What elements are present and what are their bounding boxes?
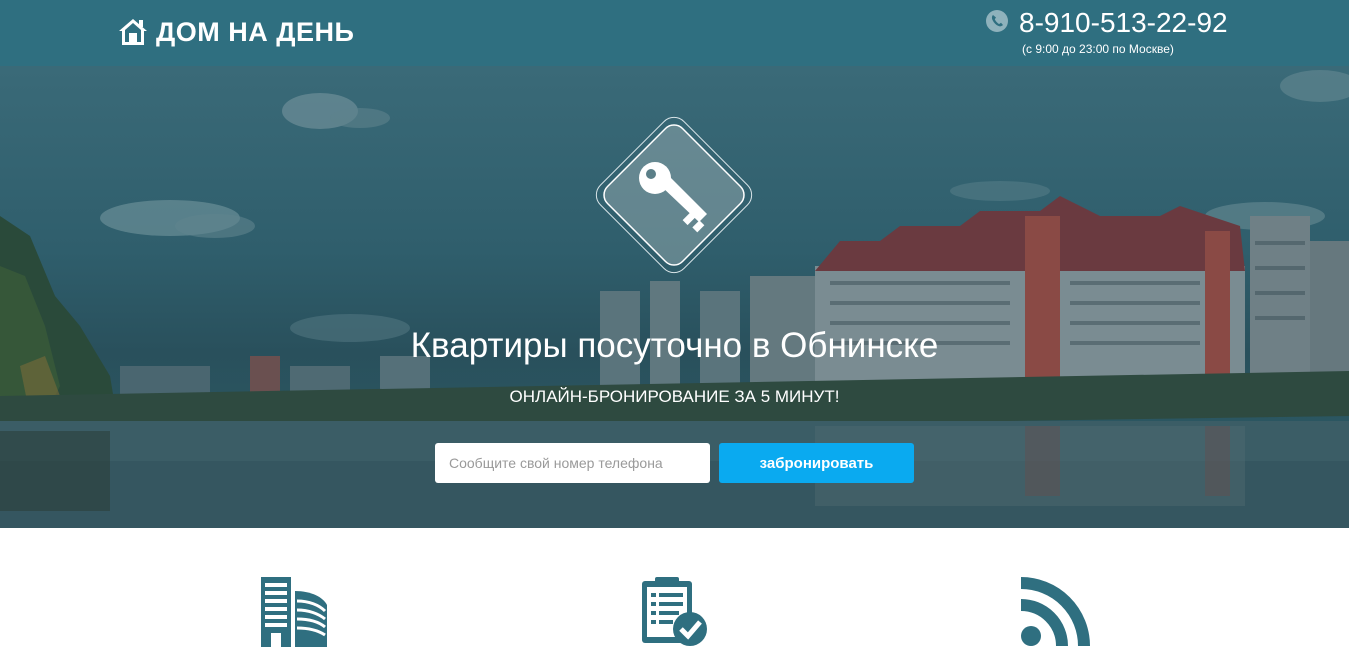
hero-subtitle: ОНЛАЙН-БРОНИРОВАНИЕ ЗА 5 МИНУТ! (509, 387, 840, 406)
logo-text: ДОМ НА ДЕНЬ (156, 16, 355, 47)
rss-icon (1020, 577, 1090, 647)
phone-number-input[interactable] (435, 443, 710, 483)
site-header: ДОМ НА ДЕНЬ 8-910-513-22-92 (с 9:00 до 2… (0, 0, 1349, 66)
hero-section: Квартиры посуточно в Обнинске ОНЛАЙН-БРО… (0, 66, 1349, 528)
contact-block: 8-910-513-22-92 (с 9:00 до 23:00 по Моск… (985, 6, 1228, 56)
house-icon (118, 17, 148, 47)
key-icon (595, 116, 753, 274)
buildings-icon (259, 577, 329, 647)
key-badge (573, 94, 775, 296)
logo[interactable]: ДОМ НА ДЕНЬ (118, 16, 354, 48)
phone-number-link[interactable]: 8-910-513-22-92 (1019, 6, 1228, 40)
hero-title: Квартиры посуточно в Обнинске (410, 326, 939, 365)
book-button[interactable]: забронировать (719, 443, 914, 483)
phone-icon (985, 9, 1009, 38)
working-hours: (с 9:00 до 23:00 по Москве) (1022, 42, 1174, 56)
clipboard-check-icon (640, 577, 710, 647)
